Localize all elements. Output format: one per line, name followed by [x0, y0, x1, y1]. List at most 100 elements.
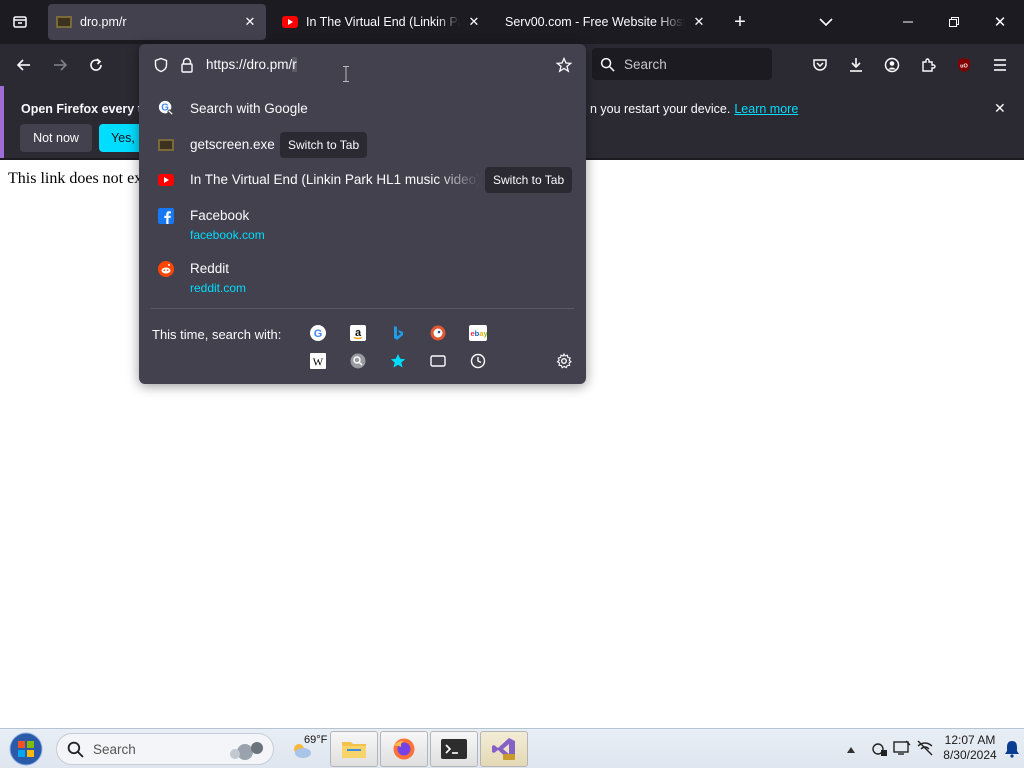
- reload-icon[interactable]: [84, 53, 108, 77]
- location-icon[interactable]: [870, 741, 888, 760]
- extensions-icon[interactable]: [916, 53, 940, 77]
- dropdown-divider: [151, 308, 574, 309]
- reddit-icon: [158, 261, 174, 277]
- tab-title: dro.pm/r: [80, 15, 127, 29]
- new-tab-icon[interactable]: +: [730, 11, 750, 33]
- terminal-button[interactable]: [430, 731, 478, 767]
- account-icon[interactable]: [880, 53, 904, 77]
- show-hidden-icons-chevron-icon[interactable]: [846, 742, 856, 757]
- suggestion-facebook[interactable]: Facebook facebook.com: [139, 208, 586, 244]
- bing-engine-icon[interactable]: [389, 324, 407, 342]
- bookmarks-star-icon[interactable]: [389, 352, 407, 370]
- switch-to-tab-button[interactable]: Switch to Tab: [485, 167, 573, 193]
- menu-hamburger-icon[interactable]: [988, 53, 1012, 77]
- close-window-icon[interactable]: ✕: [990, 12, 1010, 32]
- page-icon: [56, 14, 72, 30]
- facebook-icon: [158, 208, 174, 224]
- text-cursor-icon: [343, 66, 349, 82]
- urlbar-dropdown: https://dro.pm/r G Search with Google ge…: [139, 44, 586, 384]
- network-disconnected-icon[interactable]: [916, 740, 934, 759]
- google-search-icon: G: [158, 100, 174, 116]
- svg-text:W: W: [313, 357, 324, 369]
- tab-dro-pm[interactable]: dro.pm/r ✕: [48, 4, 266, 40]
- search-with-google-item[interactable]: G Search with Google: [139, 100, 586, 124]
- search-placeholder: Search: [624, 56, 667, 72]
- duckduckgo-engine-icon[interactable]: [429, 324, 447, 342]
- shield-icon[interactable]: [153, 57, 169, 76]
- notification-text: n you restart your device.: [590, 102, 731, 116]
- visual-studio-icon: [492, 738, 515, 760]
- not-now-button[interactable]: Not now: [20, 124, 92, 152]
- tab-strip: dro.pm/r ✕ In The Virtual End (Linkin Pa…: [0, 0, 1024, 44]
- item-title: In The Virtual End (Linkin Park HL1 musi…: [190, 172, 480, 187]
- system-clock[interactable]: 12:07 AM 8/30/2024: [940, 733, 1000, 763]
- learn-more-link[interactable]: Learn more: [734, 102, 798, 116]
- notification-bell-icon[interactable]: [1004, 740, 1020, 761]
- bookmark-star-icon[interactable]: [555, 56, 573, 76]
- suggestion-reddit[interactable]: Reddit reddit.com: [139, 261, 586, 297]
- google-engine-icon[interactable]: G: [309, 324, 327, 342]
- lock-icon[interactable]: [180, 57, 194, 76]
- search-engine-icon[interactable]: [349, 352, 367, 370]
- search-icon: [600, 57, 615, 72]
- notification-message: n you restart your device. Learn more: [590, 102, 798, 116]
- pocket-icon[interactable]: [808, 53, 832, 77]
- amazon-engine-icon[interactable]: a: [349, 324, 367, 342]
- windows-taskbar: Search 69°F 12:07 AM 8/30/2024: [0, 728, 1024, 768]
- url-selection: r: [292, 57, 297, 72]
- ebay-engine-icon[interactable]: ebay: [469, 324, 487, 342]
- file-explorer-button[interactable]: [330, 731, 378, 767]
- folder-icon: [342, 742, 366, 758]
- clock-date: 8/30/2024: [943, 748, 997, 762]
- close-icon[interactable]: ✕: [994, 100, 1006, 117]
- forward-arrow-icon[interactable]: [48, 53, 72, 77]
- search-icon: [67, 741, 84, 758]
- display-icon[interactable]: [893, 740, 911, 759]
- youtube-icon: [158, 172, 174, 188]
- firefox-icon: [393, 738, 415, 760]
- item-url: facebook.com: [190, 228, 265, 242]
- svg-text:uO: uO: [960, 64, 968, 70]
- terminal-icon: [441, 739, 467, 759]
- back-arrow-icon[interactable]: [12, 53, 36, 77]
- close-tab-icon[interactable]: ✕: [466, 14, 482, 30]
- list-tabs-icon[interactable]: [816, 12, 836, 32]
- item-title: Search with Google: [190, 101, 308, 116]
- restore-icon[interactable]: [944, 12, 964, 32]
- tabs-icon[interactable]: [429, 352, 447, 370]
- open-tab-item-getscreen[interactable]: getscreen.exe Switch to Tab: [139, 132, 586, 160]
- switch-to-tab-button[interactable]: Switch to Tab: [280, 132, 368, 158]
- open-tab-item-linkin-park[interactable]: In The Virtual End (Linkin Park HL1 musi…: [139, 166, 586, 194]
- weather-widget[interactable]: 69°F: [288, 731, 328, 767]
- ublock-icon[interactable]: uO: [952, 53, 976, 77]
- item-title: getscreen.exe: [190, 137, 275, 152]
- tab-serv00[interactable]: Serv00.com - Free Website Hosting ✕: [497, 4, 715, 40]
- search-bar[interactable]: Search: [592, 48, 772, 80]
- tab-title: Serv00.com - Free Website Hosting: [505, 15, 685, 29]
- minimize-icon[interactable]: [898, 12, 918, 32]
- start-button[interactable]: [8, 731, 44, 767]
- search-settings-gear-icon[interactable]: [555, 352, 573, 370]
- visual-studio-button[interactable]: [480, 731, 528, 767]
- weather-temp: 69°F: [304, 734, 328, 746]
- svg-text:ebay: ebay: [471, 329, 488, 338]
- windows-logo-icon: [9, 732, 43, 766]
- search-with-label: This time, search with:: [152, 327, 282, 342]
- url-prefix: https://dro.pm/: [206, 57, 293, 72]
- firefox-view-icon[interactable]: [10, 12, 30, 32]
- tab-title: In The Virtual End (Linkin Park HL1 musi…: [306, 15, 460, 29]
- history-clock-icon[interactable]: [469, 352, 487, 370]
- wikipedia-engine-icon[interactable]: W: [309, 352, 327, 370]
- downloads-icon[interactable]: [844, 53, 868, 77]
- firefox-button[interactable]: [380, 731, 428, 767]
- clock-time: 12:07 AM: [944, 733, 996, 747]
- close-tab-icon[interactable]: ✕: [691, 14, 707, 30]
- page-icon: [158, 137, 174, 153]
- item-url: reddit.com: [190, 281, 247, 295]
- close-tab-icon[interactable]: ✕: [242, 14, 258, 30]
- svg-text:G: G: [314, 328, 323, 340]
- tab-linkin-park[interactable]: In The Virtual End (Linkin Park HL1 musi…: [274, 4, 490, 40]
- url-text[interactable]: https://dro.pm/r: [206, 57, 297, 72]
- taskbar-search[interactable]: Search: [56, 733, 274, 765]
- url-input[interactable]: https://dro.pm/r: [139, 48, 586, 82]
